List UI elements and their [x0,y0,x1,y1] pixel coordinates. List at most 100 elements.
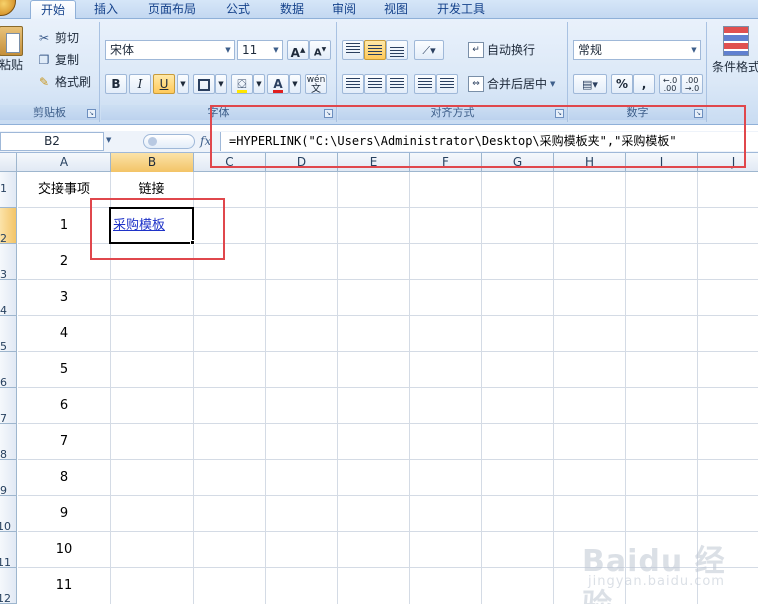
align-middle-button[interactable] [364,40,386,60]
merge-center-button[interactable]: ⇔ 合并后居中 ▼ [468,74,555,94]
align-left-button[interactable] [342,74,364,94]
row-header-5[interactable]: 5 [0,316,17,352]
underline-button[interactable]: U [153,74,175,94]
cell-a8[interactable]: 7 [18,424,110,460]
clipboard-launcher-icon[interactable]: ↘ [87,109,96,118]
conditional-format-button[interactable]: 条件格式 [712,26,758,86]
percent-button[interactable]: % [611,74,633,94]
comma-button[interactable]: , [633,74,655,94]
format-painter-label: 格式刷 [55,75,92,89]
row-header-12[interactable]: 12 [0,568,17,604]
phonetic-button[interactable]: wén 文 [305,74,327,95]
cell-a11[interactable]: 10 [18,532,110,568]
align-center-button[interactable] [364,74,386,94]
align-right-button[interactable] [386,74,408,94]
select-all-corner[interactable] [0,153,17,172]
paste-button[interactable]: 粘贴 [0,26,24,86]
border-dropdown[interactable]: ▼ [215,74,227,94]
tab-view[interactable]: 视图 [374,0,418,19]
font-name-select[interactable]: 宋体 ▼ [105,40,235,60]
format-painter-button[interactable]: ✎ 格式刷 [36,72,91,92]
chevron-down-icon[interactable]: ▼ [106,136,111,144]
text-orientation-icon: ⟋▾ [422,44,436,57]
office-button[interactable] [0,0,16,16]
row-number: 7 [0,412,7,424]
merge-cells-icon: ⇔ [468,76,484,92]
conditional-format-icon [723,26,749,56]
decrease-indent-button[interactable] [414,74,436,94]
conditional-format-label: 条件格式 [712,60,758,74]
column-header-b[interactable]: B [111,153,194,172]
formula-bar-expand-handle[interactable] [143,134,195,149]
row-number: 10 [0,520,11,532]
increase-decimal-icon: ←.0.00 [662,76,678,93]
row-number: 9 [0,484,7,496]
font-size-select[interactable]: 11 ▼ [237,40,283,60]
cell-a9[interactable]: 8 [18,460,110,496]
percent-icon: % [615,77,629,91]
grow-font-button[interactable]: A▲ [287,40,309,60]
shrink-font-button[interactable]: A▼ [309,40,331,60]
increase-decimal-button[interactable]: ←.0.00 [659,74,681,94]
cell-a10[interactable]: 9 [18,496,110,532]
border-icon [198,78,210,91]
cell-a7[interactable]: 6 [18,388,110,424]
tab-formulas[interactable]: 公式 [216,0,260,19]
font-color-button[interactable]: A [267,74,289,94]
border-button[interactable] [193,74,215,94]
row-header-10[interactable]: 10 [0,496,17,532]
chevron-down-icon: ▼ [180,80,186,88]
font-color-icon: A [273,77,283,93]
cell-a4[interactable]: 3 [18,280,110,316]
font-size-value: 11 [242,43,258,57]
clipboard-group: 粘贴 ✂ 剪切 ❐ 复制 ✎ 格式刷 剪贴板 ↘ [0,22,100,122]
bold-button[interactable]: B [105,74,127,94]
font-color-dropdown[interactable]: ▼ [289,74,301,94]
increase-indent-button[interactable] [436,74,458,94]
row-header-8[interactable]: 8 [0,424,17,460]
tab-review[interactable]: 审阅 [322,0,366,19]
align-bottom-button[interactable] [386,40,408,60]
cell-a6[interactable]: 5 [18,352,110,388]
cell-a5[interactable]: 4 [18,316,110,352]
currency-button[interactable]: ▤▾ [573,74,607,94]
column-header-a[interactable]: A [18,153,111,172]
decrease-decimal-button[interactable]: .00 →.0 [681,74,703,94]
fill-color-button[interactable]: ⛋ [231,74,253,94]
row-header-11[interactable]: 11 [0,532,17,568]
row-header-1[interactable]: 1 [0,172,17,208]
name-box[interactable]: B2 [0,132,104,151]
row-number: 8 [0,448,7,460]
italic-button[interactable]: I [129,74,151,94]
cut-label: 剪切 [55,31,80,45]
cell-a12[interactable]: 11 [18,568,110,604]
tab-insert[interactable]: 插入 [84,0,128,19]
tab-home[interactable]: 开始 [30,0,76,20]
tab-page-layout[interactable]: 页面布局 [140,0,204,19]
align-top-button[interactable] [342,40,364,60]
number-format-select[interactable]: 常规 ▼ [573,40,701,60]
tab-data[interactable]: 数据 [270,0,314,19]
italic-icon: I [137,77,143,91]
chevron-down-icon: ▼ [256,80,262,88]
row-number: 6 [0,376,7,388]
ribbon-tab-bar: 开始 插入 页面布局 公式 数据 审阅 视图 开发工具 [0,0,758,20]
currency-icon: ▤▾ [582,78,598,91]
wrap-text-button[interactable]: ↵ 自动换行 [468,40,535,60]
cut-button[interactable]: ✂ 剪切 [36,28,79,48]
copy-button[interactable]: ❐ 复制 [36,50,79,70]
phonetic-glyph-icon: 文 [311,84,321,95]
orientation-button[interactable]: ⟋▾ [414,40,444,60]
row-header-3[interactable]: 3 [0,244,17,280]
copy-label: 复制 [55,53,80,67]
row-header-4[interactable]: 4 [0,280,17,316]
font-name-value: 宋体 [110,43,135,57]
row-header-2[interactable]: 2 [0,208,17,244]
row-header-7[interactable]: 7 [0,388,17,424]
tab-developer[interactable]: 开发工具 [430,0,492,19]
underline-dropdown[interactable]: ▼ [177,74,189,94]
row-header-6[interactable]: 6 [0,352,17,388]
row-number: 12 [0,592,11,604]
row-header-9[interactable]: 9 [0,460,17,496]
fill-color-dropdown[interactable]: ▼ [253,74,265,94]
